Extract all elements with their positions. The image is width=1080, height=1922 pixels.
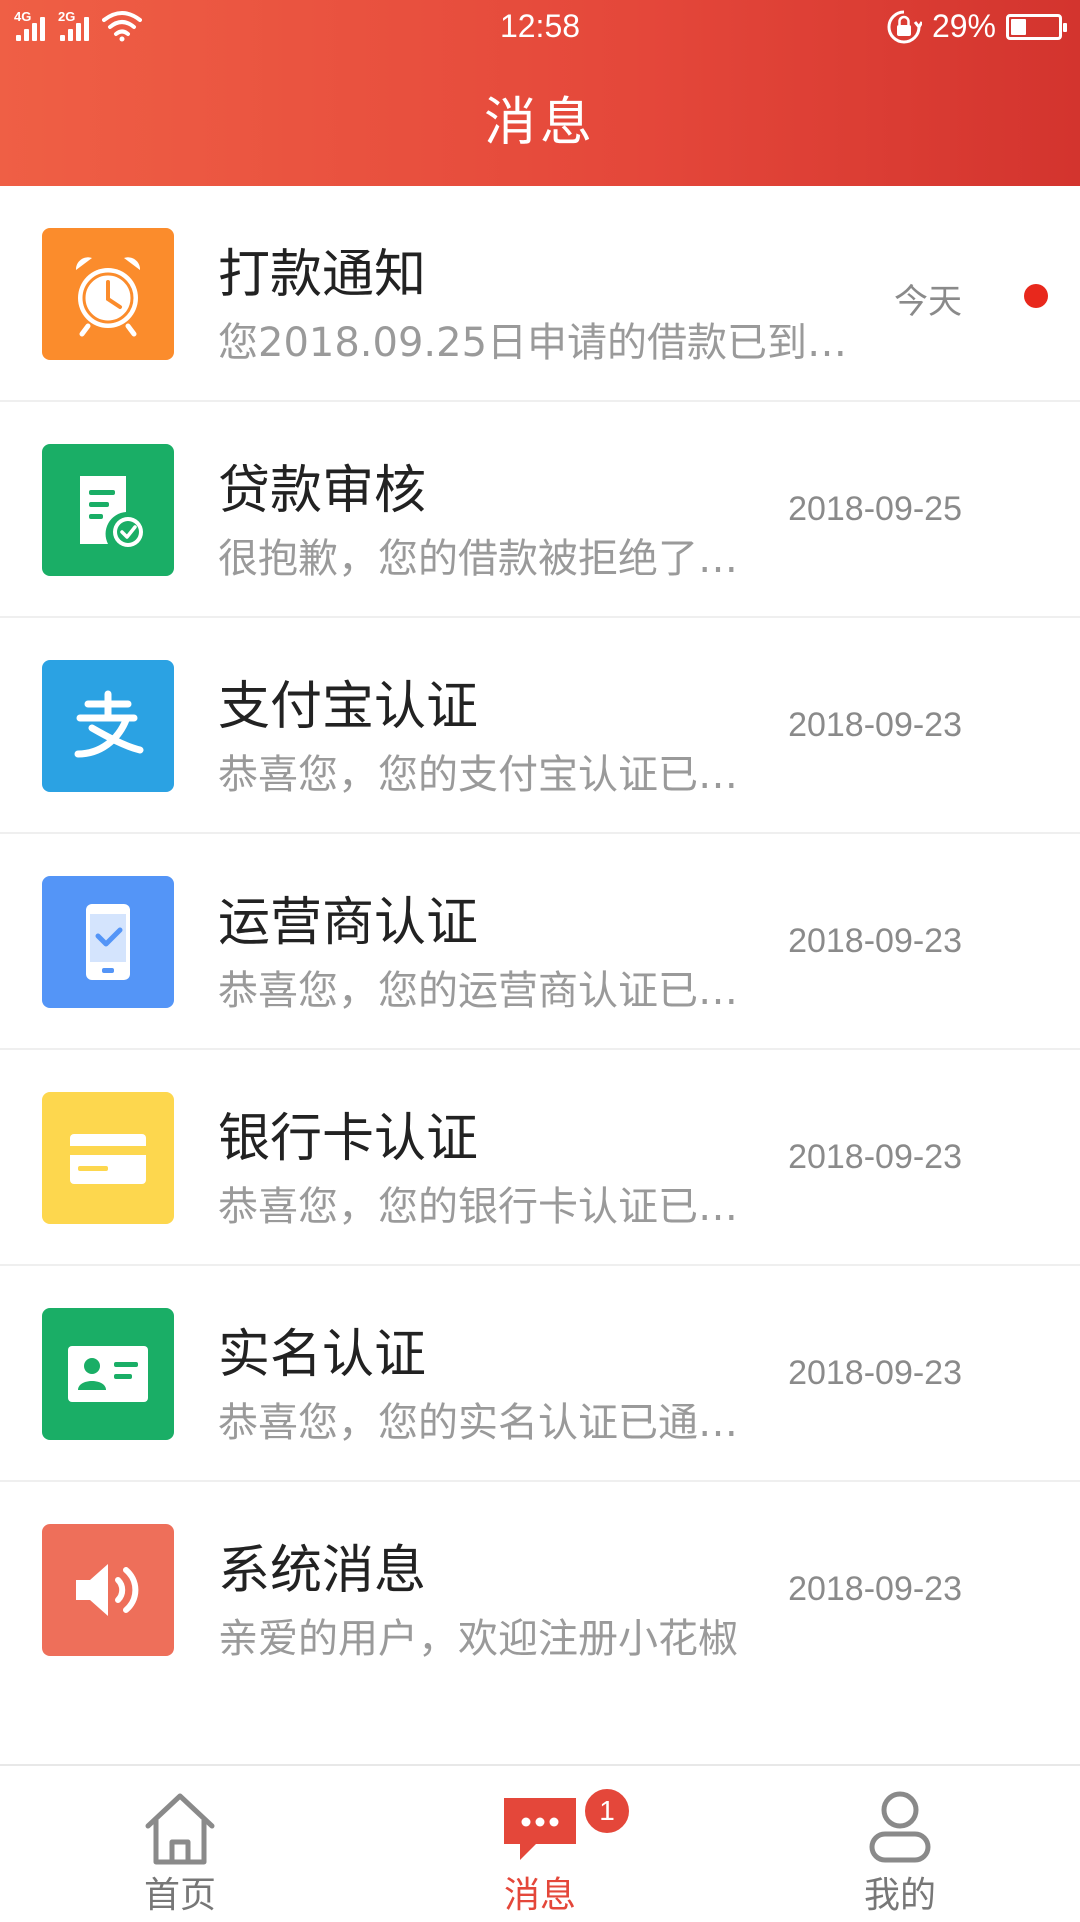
tab-messages[interactable]: 1 消息: [360, 1766, 720, 1922]
message-preview: 恭喜您，您的运营商认证已…: [218, 968, 738, 1014]
document-check-icon: [80, 476, 143, 547]
message-item[interactable]: 系统消息 亲爱的用户，欢迎注册小花椒 2018-09-23: [0, 1482, 1080, 1698]
alarm-clock-icon: [75, 257, 141, 337]
message-date: 2018-09-23: [788, 1354, 962, 1392]
tab-label: 首页: [143, 1875, 216, 1916]
battery-percent: 29%: [931, 8, 996, 44]
message-date: 今天: [894, 283, 962, 321]
bank-card-icon: [70, 1134, 146, 1184]
message-item[interactable]: 实名认证 恭喜您，您的实名认证已通… 2018-09-23: [0, 1266, 1080, 1482]
message-icon-box: [42, 1524, 174, 1656]
message-title: 支付宝认证: [218, 677, 479, 737]
message-icon-box: [42, 1308, 174, 1440]
message-preview: 恭喜您，您的支付宝认证已…: [218, 752, 738, 798]
message-item[interactable]: 打款通知 您2018.09.25日申请的借款已到账… 今天: [0, 186, 1080, 402]
unread-badge: 1: [582, 1786, 632, 1836]
message-title: 系统消息: [218, 1541, 427, 1601]
message-icon-box: [42, 660, 174, 792]
message-title: 实名认证: [218, 1325, 427, 1385]
message-item[interactable]: 贷款审核 很抱歉，您的借款被拒绝了… 2018-09-25: [0, 402, 1080, 618]
message-date: 2018-09-23: [788, 706, 962, 744]
message-icon-box: [42, 1092, 174, 1224]
message-date: 2018-09-23: [788, 1138, 962, 1176]
user-icon: [850, 1788, 950, 1868]
tab-bar: 首页 1 消息 我的: [0, 1764, 1080, 1920]
message-title: 银行卡认证: [218, 1109, 479, 1169]
tab-home[interactable]: 首页: [0, 1766, 360, 1922]
header: 4G 2G 12:58 29% 消息: [0, 0, 1080, 186]
message-item[interactable]: 运营商认证 恭喜您，您的运营商认证已… 2018-09-23: [0, 834, 1080, 1050]
tab-label: 消息: [503, 1875, 576, 1916]
status-right: 29%: [886, 8, 1067, 45]
tab-mine[interactable]: 我的: [720, 1766, 1080, 1922]
battery-icon: [1006, 13, 1067, 40]
unread-dot: [1024, 284, 1048, 308]
home-icon: [130, 1788, 230, 1868]
message-preview: 很抱歉，您的借款被拒绝了…: [218, 536, 738, 582]
speaker-icon: [76, 1564, 139, 1616]
message-title: 打款通知: [218, 245, 427, 305]
message-icon-box: [42, 228, 174, 360]
message-icon-box: [42, 444, 174, 576]
message-title: 运营商认证: [218, 893, 479, 953]
battery-fill: [1011, 18, 1026, 35]
status-bar: 4G 2G 12:58 29%: [0, 0, 1080, 56]
tab-label: 我的: [863, 1875, 936, 1916]
message-date: 2018-09-23: [788, 922, 962, 960]
message-preview: 亲爱的用户，欢迎注册小花椒: [218, 1616, 738, 1662]
chat-bubble-icon: [490, 1788, 590, 1868]
message-date: 2018-09-23: [788, 1570, 962, 1608]
message-item[interactable]: 支付宝认证 恭喜您，您的支付宝认证已… 2018-09-23: [0, 618, 1080, 834]
phone-check-icon: [86, 904, 130, 980]
message-preview: 恭喜您，您的实名认证已通…: [218, 1400, 738, 1446]
rotation-lock-icon: [887, 10, 922, 43]
message-item[interactable]: 银行卡认证 恭喜您，您的银行卡认证已… 2018-09-23: [0, 1050, 1080, 1266]
message-date: 2018-09-25: [788, 490, 962, 528]
alipay-icon: [74, 690, 144, 758]
message-list: 打款通知 您2018.09.25日申请的借款已到账… 今天 贷款审核 很抱歉，您…: [0, 186, 1080, 1698]
message-icon-box: [42, 876, 174, 1008]
message-title: 贷款审核: [218, 461, 427, 521]
id-card-icon: [68, 1346, 148, 1402]
message-preview: 您2018.09.25日申请的借款已到账…: [218, 320, 878, 366]
page-title: 消息: [483, 93, 596, 153]
message-preview: 恭喜您，您的银行卡认证已…: [218, 1184, 738, 1230]
